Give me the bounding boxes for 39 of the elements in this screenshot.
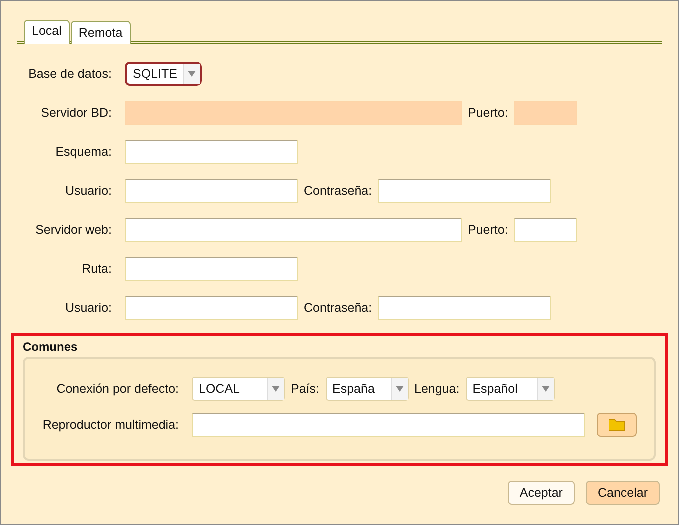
field-label: Servidor BD: — [40, 106, 113, 120]
dropdown-select[interactable]: LOCAL — [192, 377, 285, 401]
section-title: Comunes — [23, 340, 79, 354]
field-label: País: — [290, 382, 320, 396]
browse-button[interactable] — [597, 413, 637, 437]
dialog-button[interactable]: Aceptar — [508, 481, 575, 505]
dropdown-select[interactable]: Español — [466, 377, 555, 401]
field-label: Servidor web: — [34, 222, 113, 236]
field-label: Contraseña: — [303, 300, 374, 314]
field-label: Esquema: — [54, 144, 113, 158]
input-field[interactable] — [125, 256, 298, 280]
database-select[interactable]: SQLITE — [125, 62, 202, 86]
folder-icon — [609, 419, 625, 431]
field-label: Contraseña: — [303, 184, 374, 198]
dropdown-arrow-icon — [396, 386, 404, 392]
input-field[interactable] — [125, 296, 298, 320]
input-field[interactable] — [125, 140, 298, 164]
input-field[interactable] — [125, 178, 298, 202]
dropdown-arrow-icon — [188, 70, 196, 76]
field-label: Lengua: — [414, 382, 461, 396]
input-field[interactable] — [378, 178, 552, 202]
tab[interactable]: Remota — [70, 21, 131, 44]
input-field[interactable] — [192, 413, 585, 437]
field-label: Puerto: — [467, 106, 510, 120]
field-label: Conexión por defecto: — [56, 382, 180, 396]
dropdown-select[interactable]: España — [326, 377, 408, 401]
field-label: Usuario: — [64, 184, 113, 198]
field-label: Reproductor multimedia: — [42, 418, 180, 432]
field-label: Puerto: — [467, 222, 510, 236]
dropdown-arrow-icon — [272, 386, 280, 392]
dialog-button[interactable]: Cancelar — [586, 481, 660, 505]
field-label: Ruta: — [81, 262, 113, 276]
field-label: Base de datos: — [28, 66, 113, 80]
field-label: Usuario: — [64, 300, 113, 314]
dropdown-arrow-icon — [542, 386, 550, 392]
tab[interactable]: Local — [24, 20, 70, 44]
input-field[interactable] — [514, 218, 578, 242]
input-field[interactable] — [125, 218, 462, 242]
input-field[interactable] — [378, 296, 552, 320]
